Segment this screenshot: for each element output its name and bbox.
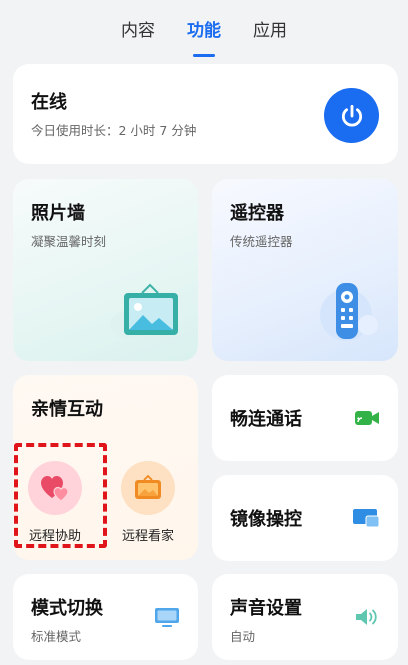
remote-assist-label: 远程协助: [28, 529, 81, 544]
mode-switch-card[interactable]: 模式切换 标准模式: [13, 574, 198, 660]
online-status-card[interactable]: 在线 今日使用时长：2 小时 7 分钟: [13, 64, 398, 164]
hearts-icon: [41, 476, 69, 502]
video-call-icon: [355, 411, 379, 425]
tab-content[interactable]: 内容: [119, 14, 157, 50]
speaker-icon: [356, 609, 377, 625]
photo-wall-title: 照片墙: [31, 203, 85, 224]
power-button[interactable]: [324, 88, 379, 143]
remote-control-icon: [320, 283, 378, 341]
mode-switch-subtitle: 标准模式: [31, 629, 82, 644]
remote-control-card[interactable]: 遥控器 传统遥控器: [212, 179, 398, 361]
screen-mirror-icon: [353, 509, 380, 528]
remote-home-watch-icon-bg: [121, 461, 175, 515]
remote-assist-icon-bg: [28, 461, 82, 515]
tab-apps[interactable]: 应用: [251, 14, 289, 50]
power-icon: [341, 104, 362, 127]
remote-home-watch-button[interactable]: 远程看家: [121, 461, 175, 544]
photo-wall-subtitle: 凝聚温馨时刻: [31, 234, 107, 249]
sound-settings-card[interactable]: 声音设置 自动: [212, 574, 398, 660]
remote-control-title: 遥控器: [230, 203, 284, 224]
screen-mirror-title: 镜像操控: [230, 509, 302, 530]
family-interaction-title: 亲情互动: [31, 399, 103, 420]
changlian-call-title: 畅连通话: [230, 409, 302, 430]
top-tab-bar: 内容 功能 应用: [0, 14, 408, 50]
tab-features[interactable]: 功能: [185, 14, 223, 50]
sound-settings-subtitle: 自动: [230, 629, 256, 644]
changlian-call-card[interactable]: 畅连通话: [212, 375, 398, 461]
picture-frame-icon: [110, 283, 190, 339]
remote-control-subtitle: 传统遥控器: [230, 234, 293, 249]
monitor-icon: [155, 608, 179, 627]
photo-wall-card[interactable]: 照片墙 凝聚温馨时刻: [13, 179, 198, 361]
camera-monitor-icon: [135, 475, 161, 499]
screen-mirror-card[interactable]: 镜像操控: [212, 475, 398, 561]
family-interaction-card: 亲情互动 远程协助 远程看家: [13, 375, 198, 560]
remote-home-watch-label: 远程看家: [121, 529, 174, 544]
remote-assist-button[interactable]: 远程协助: [28, 461, 82, 544]
